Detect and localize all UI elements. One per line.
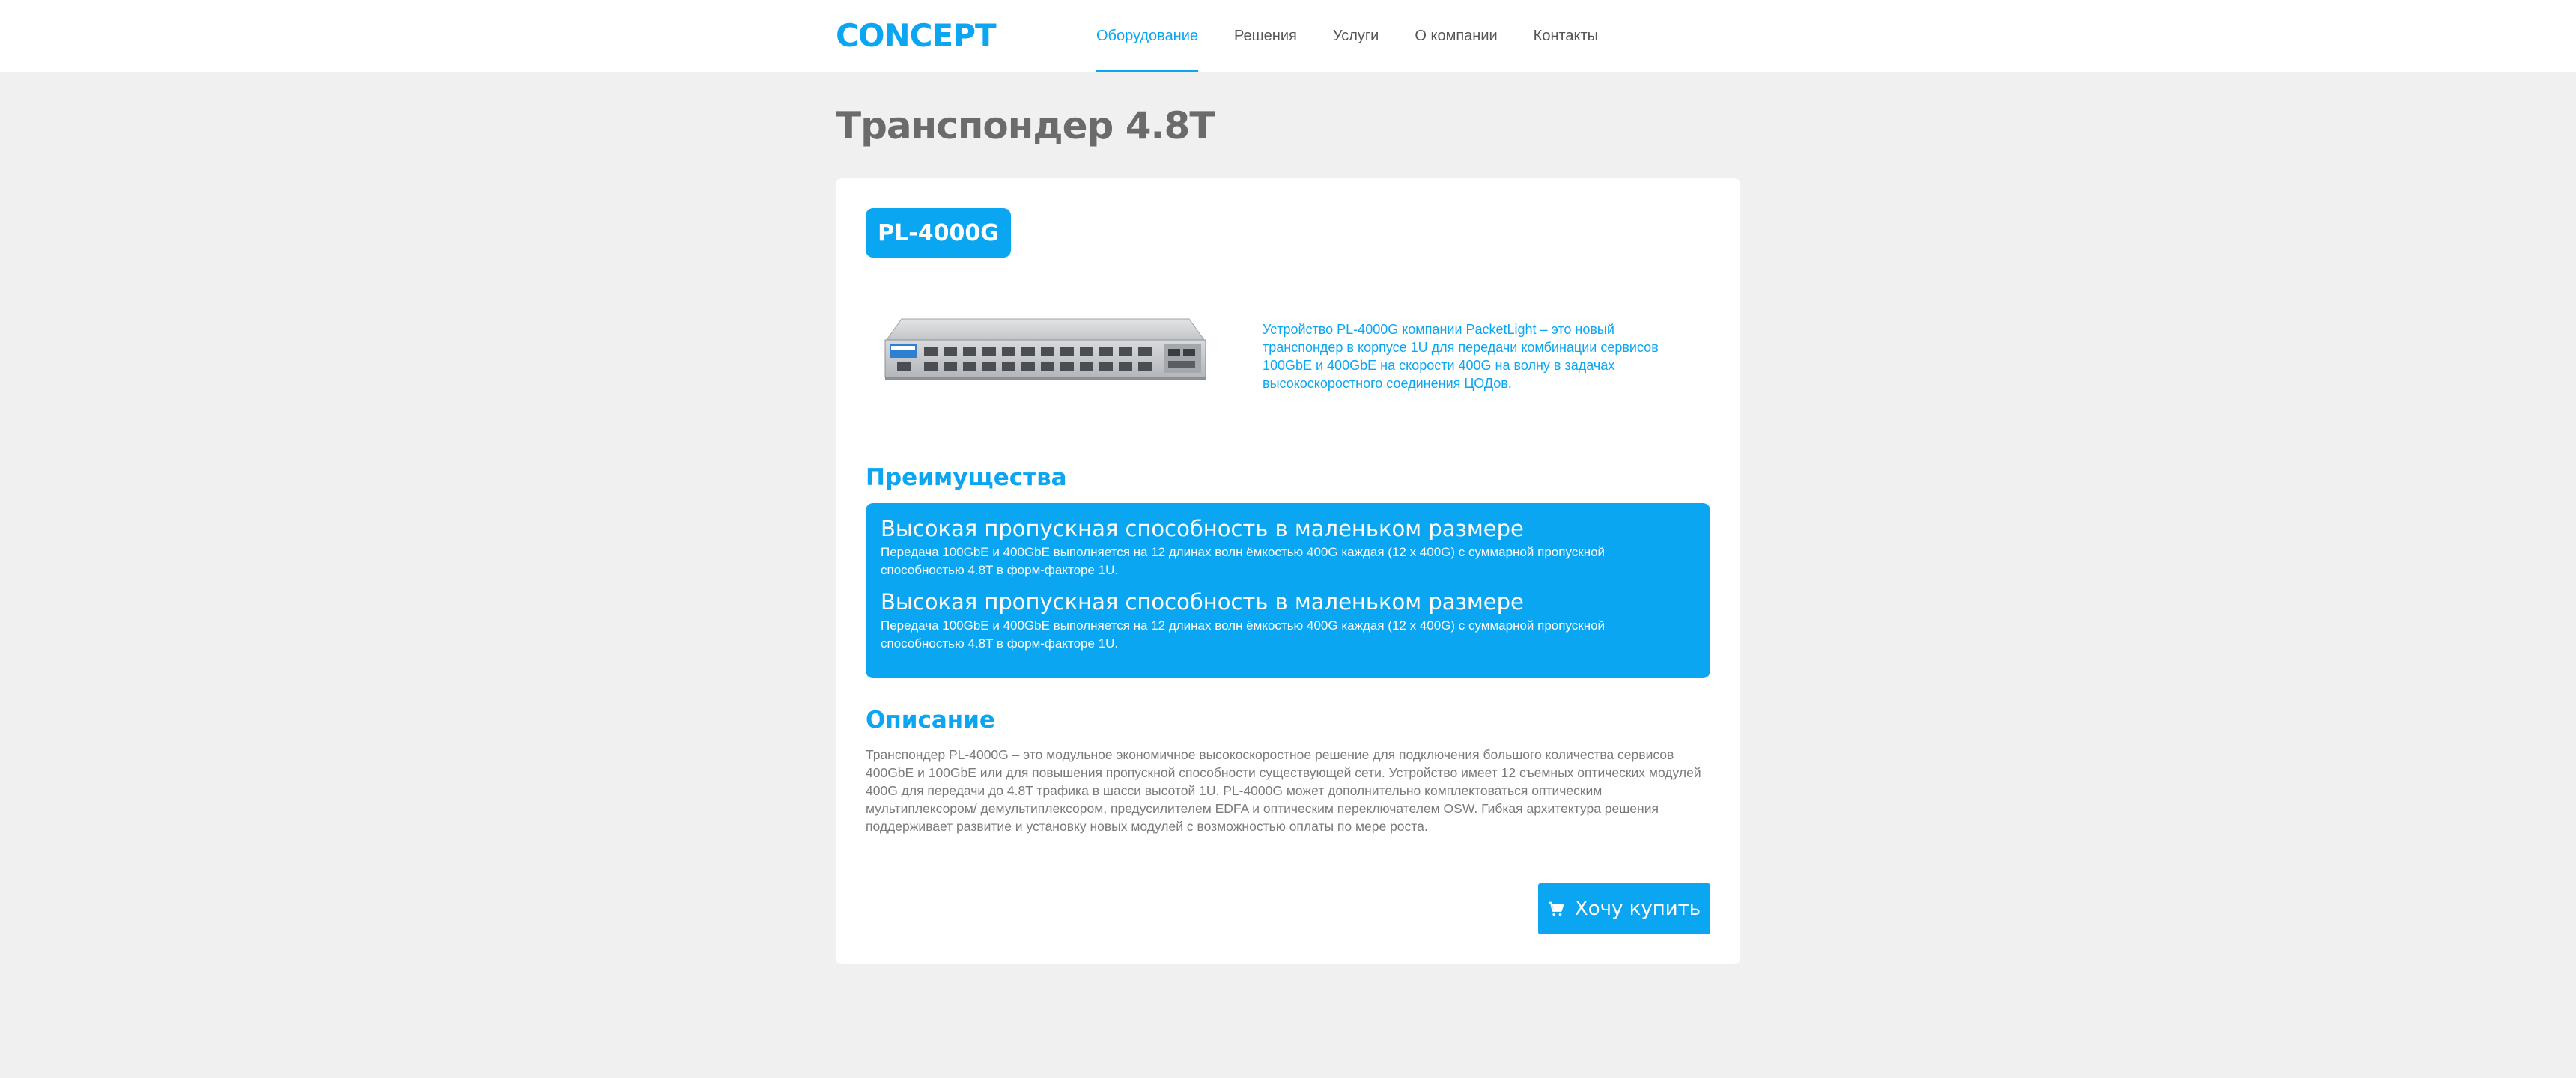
nav-item-about[interactable]: О компании <box>1397 0 1515 72</box>
product-description: Транспондер PL-4000G – это модульное эко… <box>866 747 1701 834</box>
nav-item-contacts[interactable]: Контакты <box>1516 0 1616 72</box>
product-image <box>884 318 1206 380</box>
advantage-text: Передача 100GbE и 400GbE выполняется на … <box>881 545 1606 577</box>
main-nav: Оборудование Решения Услуги О компании К… <box>1078 0 1616 72</box>
product-card: PL-4000G Устройство PL-4000G компании Pa… <box>836 178 1740 964</box>
nav-item-services[interactable]: Услуги <box>1315 0 1397 72</box>
cart-icon <box>1548 901 1564 916</box>
nav-item-solutions[interactable]: Решения <box>1216 0 1315 72</box>
advantage-text: Передача 100GbE и 400GbE выполняется на … <box>881 618 1606 651</box>
advantage-title: Высокая пропускная способность в маленьк… <box>881 516 1524 541</box>
buy-button-label: Хочу купить <box>1574 898 1701 920</box>
page-title: Транспондер 4.8T <box>836 104 1215 147</box>
advantage-title: Высокая пропускная способность в маленьк… <box>881 589 1524 615</box>
buy-button[interactable]: Хочу купить <box>1538 883 1710 934</box>
advantage-item: Высокая пропускная способность в маленьк… <box>881 514 1695 579</box>
model-badge: PL-4000G <box>866 208 1011 258</box>
product-intro: Устройство PL-4000G компании PacketLight… <box>1263 322 1659 391</box>
advantage-item: Высокая пропускная способность в маленьк… <box>881 587 1695 653</box>
advantages-box: Высокая пропускная способность в маленьк… <box>866 503 1710 678</box>
nav-item-equipment[interactable]: Оборудование <box>1078 0 1216 72</box>
site-logo[interactable]: CONCEPT <box>836 16 997 55</box>
description-heading: Описание <box>866 707 995 734</box>
site-header: CONCEPT Оборудование Решения Услуги О ко… <box>0 0 2576 72</box>
advantages-heading: Преимущества <box>866 464 1067 491</box>
